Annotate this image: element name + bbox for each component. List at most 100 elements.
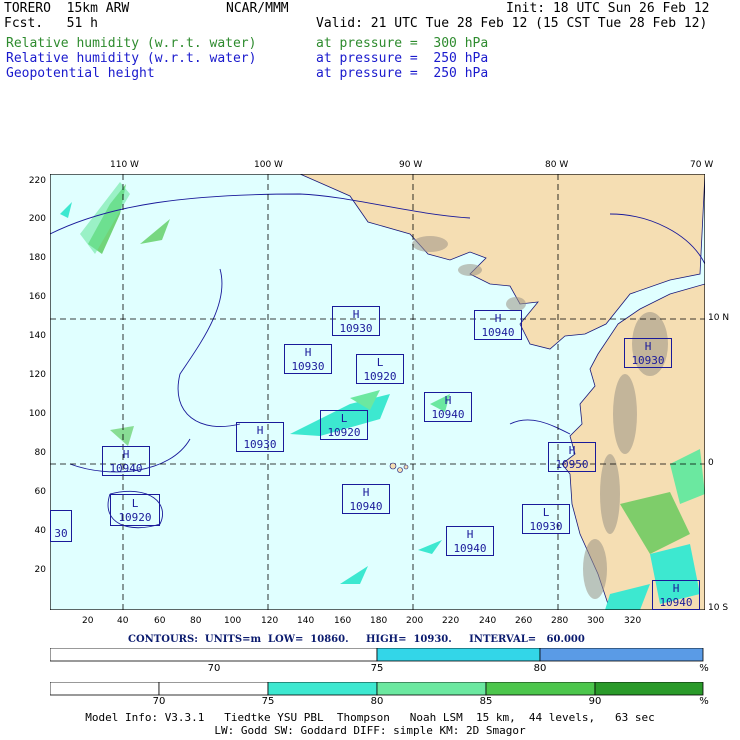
pressure-center: H 10930 (332, 306, 380, 336)
pressure-center: H 10930 (284, 344, 332, 374)
pressure-center: L 10920 (320, 410, 368, 440)
center-type: L (377, 356, 384, 369)
center-value: 10920 (118, 511, 151, 524)
bar2-label: 75 (261, 696, 275, 707)
model-info: Model Info: V3.3.1 Tiedtke YSU PBL Thomp… (85, 711, 655, 724)
lon-label: 110 W (110, 160, 139, 170)
center-value: 10940 (431, 408, 464, 421)
y-tick: 100 (28, 409, 46, 419)
x-tick: 20 (82, 616, 94, 626)
x-tick: 80 (190, 616, 202, 626)
bar2-unit: % (699, 696, 709, 707)
x-tick: 240 (479, 616, 497, 626)
bar2-label: 85 (479, 696, 493, 707)
field-3-name: Geopotential height (6, 66, 155, 81)
bar2-label: 70 (152, 696, 166, 707)
org-label: NCAR/MMM (226, 1, 289, 16)
lon-label: 70 W (690, 160, 714, 170)
pressure-center: H 10930 (236, 422, 284, 452)
bar1-unit: % (699, 663, 709, 674)
y-tick: 140 (28, 331, 46, 341)
x-tick: 60 (154, 616, 166, 626)
colorbar-2 (50, 682, 704, 696)
center-value: 10950 (555, 458, 588, 471)
center-type: H (445, 394, 452, 407)
pressure-center: H 10940 (424, 392, 472, 422)
pressure-center: H 10940 (446, 526, 494, 556)
center-value: 10940 (109, 462, 142, 475)
lat-label: 0 (708, 458, 714, 468)
center-value: 10930 (243, 438, 276, 451)
pressure-center: H 10930 (624, 338, 672, 368)
x-tick: 220 (442, 616, 460, 626)
colorbar-1 (50, 648, 704, 662)
center-type: H (305, 346, 312, 359)
field-1-level: at pressure = 300 hPa (316, 36, 489, 51)
valid-time: Valid: 21 UTC Tue 28 Feb 12 (15 CST Tue … (316, 16, 708, 31)
y-tick: 200 (28, 214, 46, 224)
init-time: Init: 18 UTC Sun 26 Feb 12 (506, 1, 710, 16)
lon-label: 80 W (545, 160, 569, 170)
y-tick: 180 (28, 253, 46, 263)
center-type: H (495, 312, 502, 325)
center-type: L (543, 506, 550, 519)
center-type: H (257, 424, 264, 437)
y-tick: 80 (34, 448, 46, 458)
model-title: TORERO 15km ARW (4, 1, 130, 16)
y-tick: 160 (28, 292, 46, 302)
center-type: L (341, 412, 348, 425)
bar2-label: 80 (370, 696, 384, 707)
center-type: L (132, 497, 139, 510)
center-type: H (569, 444, 576, 457)
x-tick: 160 (334, 616, 352, 626)
pressure-center: 30 (50, 510, 72, 542)
x-tick: 120 (261, 616, 279, 626)
center-value: 10930 (291, 360, 324, 373)
x-tick: 40 (117, 616, 129, 626)
center-value: 10930 (339, 322, 372, 335)
center-type: H (645, 340, 652, 353)
center-value: 10940 (659, 596, 692, 609)
y-tick: 20 (34, 565, 46, 575)
pressure-center: H 10940 (652, 580, 700, 610)
field-2-name: Relative humidity (w.r.t. water) (6, 51, 257, 66)
x-tick: 320 (624, 616, 642, 626)
forecast-hour: Fcst. 51 h (4, 16, 98, 31)
pressure-center: L 10930 (522, 504, 570, 534)
center-type: H (467, 528, 474, 541)
field-3-level: at pressure = 250 hPa (316, 66, 489, 81)
center-type: H (353, 308, 360, 321)
center-type: H (123, 448, 130, 461)
pressure-center: L 10920 (110, 494, 160, 526)
y-tick: 220 (28, 176, 46, 186)
field-2-level: at pressure = 250 hPa (316, 51, 489, 66)
x-tick: 140 (297, 616, 315, 626)
bar1-label: 80 (533, 663, 547, 674)
lon-label: 90 W (399, 160, 423, 170)
center-value: 10920 (327, 426, 360, 439)
y-tick: 120 (28, 370, 46, 380)
x-tick: 260 (515, 616, 533, 626)
lon-label: 100 W (254, 160, 283, 170)
center-value: 10930 (529, 520, 562, 533)
y-tick: 40 (34, 526, 46, 536)
pressure-center: H 10940 (102, 446, 150, 476)
bar1-label: 70 (207, 663, 221, 674)
x-tick: 200 (406, 616, 424, 626)
center-value: 10920 (363, 370, 396, 383)
contour-info: CONTOURS: UNITS=m LOW= 10860. HIGH= 1093… (128, 634, 585, 645)
center-type: H (363, 486, 370, 499)
lat-label: 10 S (708, 603, 729, 613)
x-tick: 300 (587, 616, 605, 626)
center-value: 10940 (453, 542, 486, 555)
center-value: 10930 (631, 354, 664, 367)
field-1-name: Relative humidity (w.r.t. water) (6, 36, 257, 51)
model-physics: LW: Godd SW: Goddard DIFF: simple KM: 2D… (214, 724, 526, 737)
x-tick: 180 (370, 616, 388, 626)
center-value: 10940 (481, 326, 514, 339)
pressure-center: L 10920 (356, 354, 404, 384)
center-value: 10940 (349, 500, 382, 513)
center-type: H (673, 582, 680, 595)
y-tick: 60 (34, 487, 46, 497)
x-tick: 280 (551, 616, 569, 626)
